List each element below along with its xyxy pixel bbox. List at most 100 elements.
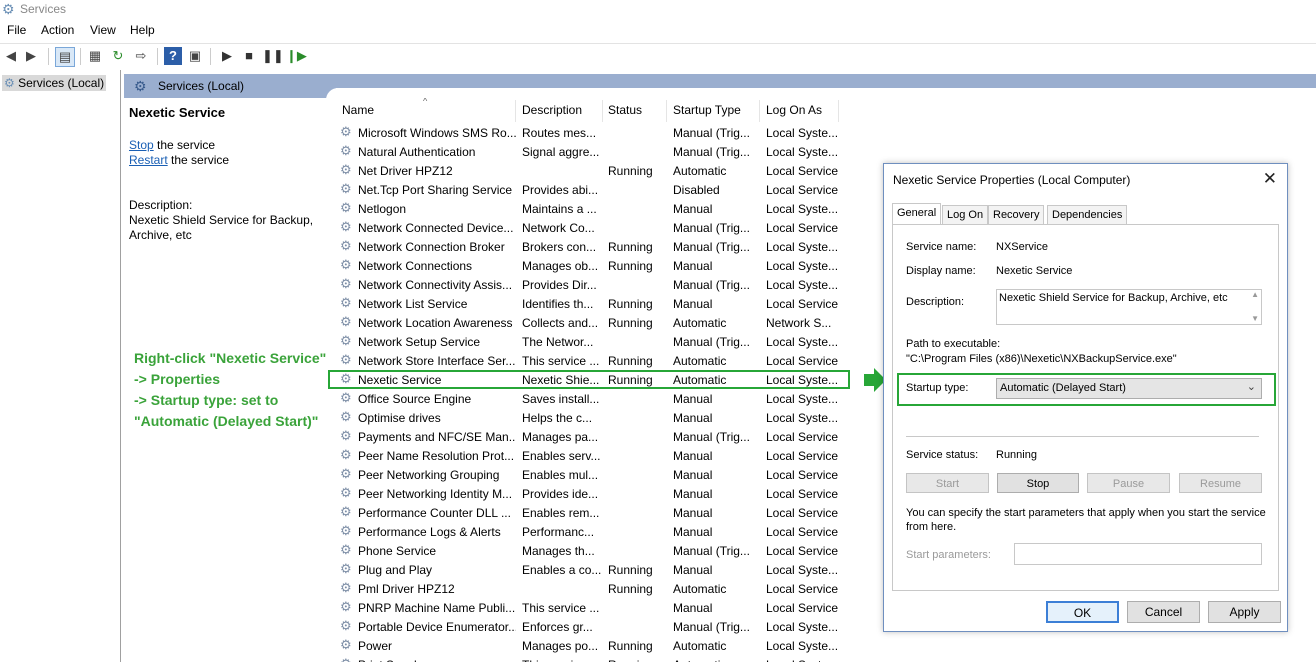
- table-row[interactable]: ⚙ Microsoft Windows SMS Ro... Routes mes..…: [333, 123, 843, 142]
- column-separator[interactable]: [515, 100, 516, 122]
- cell-logon: Local Syste...: [766, 259, 839, 273]
- export-list-icon[interactable]: ⇨: [132, 47, 150, 65]
- table-row[interactable]: ⚙ Payments and NFC/SE Man... Manages pa...…: [333, 427, 843, 446]
- table-row[interactable]: ⚙ Power Manages po... Running Automatic Local…: [333, 636, 843, 655]
- cell-desc: Routes mes...: [522, 126, 597, 140]
- cell-startup: Manual (Trig...: [673, 620, 750, 634]
- toolbar-separator: [210, 48, 211, 65]
- cell-startup: Automatic: [673, 639, 727, 653]
- cell-logon: Local Service: [766, 354, 839, 368]
- back-arrow-icon[interactable]: ◀: [2, 47, 20, 65]
- table-row[interactable]: ⚙ Network Connection Broker Brokers con...…: [333, 237, 843, 256]
- column-separator[interactable]: [602, 100, 603, 122]
- tree-node-services-local[interactable]: ⚙ Services (Local): [2, 75, 107, 91]
- close-icon[interactable]: ✕: [1263, 169, 1277, 189]
- stop-button[interactable]: Stop: [997, 473, 1079, 493]
- cell-desc: Provides Dir...: [522, 278, 597, 292]
- column-header-description[interactable]: Description: [522, 103, 582, 117]
- description-textbox[interactable]: Nexetic Shield Service for Backup, Archi…: [996, 289, 1262, 325]
- highlight-box-startup-type: [897, 373, 1276, 406]
- menu-view[interactable]: View: [90, 23, 116, 37]
- restart-service-link[interactable]: Restart: [129, 153, 168, 167]
- column-header-startup-type[interactable]: Startup Type: [673, 103, 741, 117]
- table-row[interactable]: ⚙ Peer Networking Identity M... Provides i…: [333, 484, 843, 503]
- refresh-icon[interactable]: ↻: [109, 47, 127, 65]
- cell-name: Pml Driver HPZ12: [358, 582, 455, 596]
- cell-status: Running: [608, 259, 653, 273]
- cell-logon: Local Syste...: [766, 278, 839, 292]
- table-row[interactable]: ⚙ Pml Driver HPZ12 Running Automatic Local S…: [333, 579, 843, 598]
- table-row[interactable]: ⚙ Phone Service Manages th... Manual (Trig.…: [333, 541, 843, 560]
- table-row[interactable]: ⚙ Net Driver HPZ12 Running Automatic Local S…: [333, 161, 843, 180]
- table-row[interactable]: ⚙ Optimise drives Helps the c... Manual Loca…: [333, 408, 843, 427]
- table-row[interactable]: ⚙ Network Connectivity Assis... Provides D…: [333, 275, 843, 294]
- cancel-button[interactable]: Cancel: [1127, 601, 1200, 623]
- ok-button[interactable]: OK: [1046, 601, 1119, 623]
- table-row[interactable]: ⚙ Peer Networking Grouping Enables mul... M…: [333, 465, 843, 484]
- cell-startup: Manual: [673, 259, 713, 273]
- view-icon[interactable]: ▣: [186, 47, 204, 65]
- pause-service-icon[interactable]: ❚❚: [262, 47, 284, 65]
- table-row[interactable]: ⚙ Natural Authentication Signal aggre... Ma…: [333, 142, 843, 161]
- menu-help[interactable]: Help: [130, 23, 155, 37]
- scroll-up-icon[interactable]: ▲: [1251, 290, 1259, 299]
- table-row[interactable]: ⚙ Net.Tcp Port Sharing Service Provides ab…: [333, 180, 843, 199]
- table-row[interactable]: ⚙ Network Store Interface Ser... This serv…: [333, 351, 843, 370]
- cell-name: Network Connections: [358, 259, 473, 273]
- tab-dependencies[interactable]: Dependencies: [1047, 205, 1128, 224]
- forward-arrow-icon[interactable]: ▶: [22, 47, 40, 65]
- cell-logon: Local Service: [766, 297, 839, 311]
- pause-button[interactable]: Pause: [1087, 473, 1170, 493]
- start-params-input[interactable]: [1014, 543, 1262, 565]
- resume-button[interactable]: Resume: [1179, 473, 1262, 493]
- help-icon[interactable]: ?: [164, 47, 182, 65]
- tab-log-on[interactable]: Log On: [942, 205, 989, 224]
- table-row[interactable]: ⚙ Netlogon Maintains a ... Manual Local Syst…: [333, 199, 843, 218]
- tab-recovery[interactable]: Recovery: [988, 205, 1045, 224]
- cell-logon: Local Syste...: [766, 126, 839, 140]
- restart-service-rest: the service: [167, 153, 230, 167]
- column-header-log-on-as[interactable]: Log On As: [766, 103, 822, 117]
- cell-logon: Local Syste...: [766, 392, 839, 406]
- table-row[interactable]: ⚙ Network Connected Device... Network Co..…: [333, 218, 843, 237]
- scroll-down-icon[interactable]: ▼: [1251, 314, 1259, 323]
- cell-startup: Manual (Trig...: [673, 145, 750, 159]
- menu-action[interactable]: Action: [41, 23, 74, 37]
- apply-button[interactable]: Apply: [1208, 601, 1281, 623]
- table-row[interactable]: ⚙ Network Setup Service The Networ... Manua…: [333, 332, 843, 351]
- menu-file[interactable]: File: [7, 23, 26, 37]
- column-header-status[interactable]: Status: [608, 103, 642, 117]
- table-row[interactable]: ⚙ Network Location Awareness Collects and.…: [333, 313, 843, 332]
- cell-logon: Local Service: [766, 544, 839, 558]
- cell-name: Network Location Awareness: [358, 316, 513, 330]
- table-row[interactable]: ⚙ Network Connections Manages ob... Running…: [333, 256, 843, 275]
- stop-service-link[interactable]: Stop: [129, 138, 154, 152]
- column-separator[interactable]: [838, 100, 839, 122]
- cell-status: Running: [608, 354, 653, 368]
- service-gear-icon: ⚙: [340, 485, 352, 500]
- table-row[interactable]: ⚙ Performance Counter DLL ... Enables rem.…: [333, 503, 843, 522]
- table-row[interactable]: ⚙ Office Source Engine Saves install... Man…: [333, 389, 843, 408]
- column-separator[interactable]: [666, 100, 667, 122]
- table-row[interactable]: ⚙ Print Spooler This service ... Running Aut…: [333, 655, 843, 662]
- table-row[interactable]: ⚙ Portable Device Enumerator... Enforces g…: [333, 617, 843, 636]
- restart-service-icon[interactable]: ❙▶: [286, 47, 307, 65]
- cell-logon: Local Service: [766, 525, 839, 539]
- column-header-name[interactable]: Name: [342, 103, 374, 117]
- tab-general[interactable]: General: [892, 203, 942, 225]
- table-row[interactable]: ⚙ Peer Name Resolution Prot... Enables ser…: [333, 446, 843, 465]
- column-separator[interactable]: [759, 100, 760, 122]
- table-row[interactable]: ⚙ Performance Logs & Alerts Performanc... M…: [333, 522, 843, 541]
- stop-service-icon[interactable]: ■: [240, 47, 258, 65]
- table-row[interactable]: ⚙ PNRP Machine Name Publi... This service …: [333, 598, 843, 617]
- properties-sheet-icon[interactable]: ▦: [86, 47, 104, 65]
- cell-logon: Local Service: [766, 468, 839, 482]
- table-row[interactable]: ⚙ Network List Service Identifies th... Run…: [333, 294, 843, 313]
- table-row[interactable]: ⚙ Plug and Play Enables a co... Running Manu…: [333, 560, 843, 579]
- toolbar-separator: [48, 48, 49, 65]
- start-button[interactable]: Start: [906, 473, 989, 493]
- start-service-icon[interactable]: ▶: [218, 47, 236, 65]
- show-hide-console-tree-icon[interactable]: ▤: [55, 47, 75, 67]
- cell-logon: Local Syste...: [766, 240, 839, 254]
- tree-node-label: Services (Local): [18, 76, 105, 90]
